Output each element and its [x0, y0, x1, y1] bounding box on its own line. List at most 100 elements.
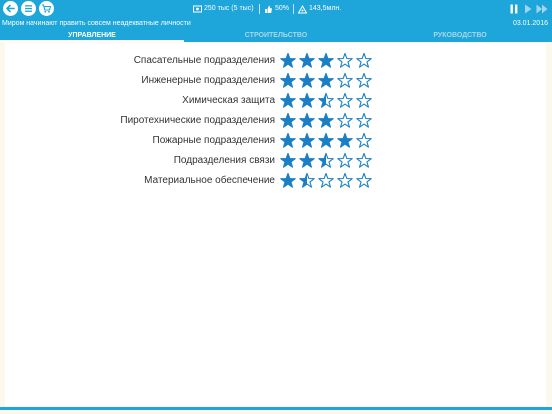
- thumb-icon: [265, 5, 272, 13]
- star-empty-icon: [337, 152, 353, 168]
- department-name: Подразделения связи: [173, 155, 275, 166]
- star-full-icon: [280, 132, 296, 148]
- star-full-icon: [299, 152, 315, 168]
- stars-svg: [280, 52, 372, 68]
- money-icon: [193, 5, 202, 13]
- department-name: Химическая защита: [182, 95, 275, 106]
- star-full-icon: [280, 152, 296, 168]
- star-full-icon: [280, 72, 296, 88]
- star-empty-icon: [337, 72, 353, 88]
- money-value: 250 тыс (5 тыс): [204, 5, 254, 12]
- star-half-icon: [299, 172, 315, 188]
- star-empty-icon: [337, 112, 353, 128]
- star-full-icon: [299, 112, 315, 128]
- star-half-icon: [318, 92, 334, 108]
- department-name: Материальное обеспечение: [144, 175, 275, 186]
- fast-forward-icon: [536, 4, 548, 14]
- stars-svg: [280, 72, 372, 88]
- star-rating: [280, 172, 375, 190]
- star-full-icon: [299, 72, 315, 88]
- star-full-icon: [318, 132, 334, 148]
- star-rating: [280, 112, 375, 130]
- department-name: Инженерные подразделения: [141, 75, 275, 86]
- news-ticker: Миром начинают править совсем неадекватн…: [0, 18, 552, 30]
- population-stat: 143,5млн.: [298, 0, 341, 18]
- stars-svg: [280, 152, 372, 168]
- star-empty-icon: [356, 172, 372, 188]
- top-toolbar: 250 тыс (5 тыс) 50% 143,5млн.: [0, 0, 552, 18]
- star-empty-icon: [356, 52, 372, 68]
- department-row: Инженерные подразделения: [5, 72, 546, 90]
- tab-management[interactable]: УПРАВЛЕНИЕ: [0, 30, 184, 42]
- star-full-icon: [280, 172, 296, 188]
- star-full-icon: [318, 72, 334, 88]
- back-arrow-icon: [6, 4, 15, 13]
- money-stat: 250 тыс (5 тыс): [193, 0, 254, 18]
- tab-label: РУКОВОДСТВО: [433, 32, 487, 39]
- star-full-icon: [337, 132, 353, 148]
- stars-svg: [280, 172, 372, 188]
- star-full-icon: [280, 112, 296, 128]
- star-empty-icon: [356, 92, 372, 108]
- star-empty-icon: [356, 152, 372, 168]
- bottom-margin: [0, 410, 552, 414]
- department-name: Пиротехнические подразделения: [120, 115, 275, 126]
- star-full-icon: [318, 52, 334, 68]
- fast-forward-button[interactable]: [536, 3, 548, 15]
- tab-leadership[interactable]: РУКОВОДСТВО: [368, 30, 552, 42]
- pause-button[interactable]: [510, 3, 518, 15]
- active-tab-indicator: [0, 40, 184, 42]
- department-row: Пиротехнические подразделения: [5, 112, 546, 130]
- star-rating: [280, 152, 375, 170]
- pause-icon: [510, 4, 518, 14]
- star-rating: [280, 92, 375, 110]
- star-half-icon: [318, 152, 334, 168]
- star-empty-icon: [337, 52, 353, 68]
- star-rating: [280, 72, 375, 90]
- stars-svg: [280, 132, 372, 148]
- department-name: Пожарные подразделения: [152, 135, 275, 146]
- star-empty-icon: [356, 132, 372, 148]
- star-full-icon: [318, 112, 334, 128]
- star-full-icon: [299, 92, 315, 108]
- shop-button[interactable]: [39, 1, 54, 16]
- news-text: Миром начинают править совсем неадекватн…: [2, 20, 191, 27]
- people-icon: [298, 4, 307, 13]
- star-empty-icon: [356, 72, 372, 88]
- department-row: Химическая защита: [5, 92, 546, 110]
- star-rating: [280, 52, 375, 70]
- star-empty-icon: [356, 112, 372, 128]
- back-button[interactable]: [3, 1, 18, 16]
- star-full-icon: [280, 52, 296, 68]
- star-full-icon: [280, 92, 296, 108]
- star-rating: [280, 132, 375, 150]
- play-icon: [525, 4, 532, 14]
- menu-button[interactable]: [21, 1, 36, 16]
- stars-svg: [280, 112, 372, 128]
- star-empty-icon: [337, 172, 353, 188]
- star-empty-icon: [318, 172, 334, 188]
- department-row: Подразделения связи: [5, 152, 546, 170]
- approval-value: 50%: [275, 5, 290, 12]
- divider: [259, 4, 260, 14]
- cart-icon: [42, 4, 52, 13]
- department-row: Материальное обеспечение: [5, 172, 546, 190]
- divider: [293, 4, 294, 14]
- star-empty-icon: [337, 92, 353, 108]
- tab-construction[interactable]: СТРОИТЕЛЬСТВО: [184, 30, 368, 42]
- game-date: 03.01.2016: [512, 20, 548, 27]
- stars-svg: [280, 92, 372, 108]
- population-value: 143,5млн.: [309, 5, 342, 12]
- approval-stat: 50%: [264, 0, 289, 18]
- list-menu-icon: [25, 5, 32, 12]
- department-row: Пожарные подразделения: [5, 132, 546, 150]
- tab-label: СТРОИТЕЛЬСТВО: [244, 32, 308, 39]
- star-full-icon: [299, 132, 315, 148]
- department-name: Спасательные подразделения: [133, 55, 275, 66]
- tab-bar: УПРАВЛЕНИЕ СТРОИТЕЛЬСТВО РУКОВОДСТВО: [0, 30, 552, 42]
- play-button[interactable]: [524, 3, 532, 15]
- tab-label: УПРАВЛЕНИЕ: [68, 32, 116, 39]
- star-full-icon: [299, 52, 315, 68]
- department-row: Спасательные подразделения: [5, 52, 546, 70]
- departments-panel: Спасательные подразделения Инженерные по…: [5, 43, 546, 407]
